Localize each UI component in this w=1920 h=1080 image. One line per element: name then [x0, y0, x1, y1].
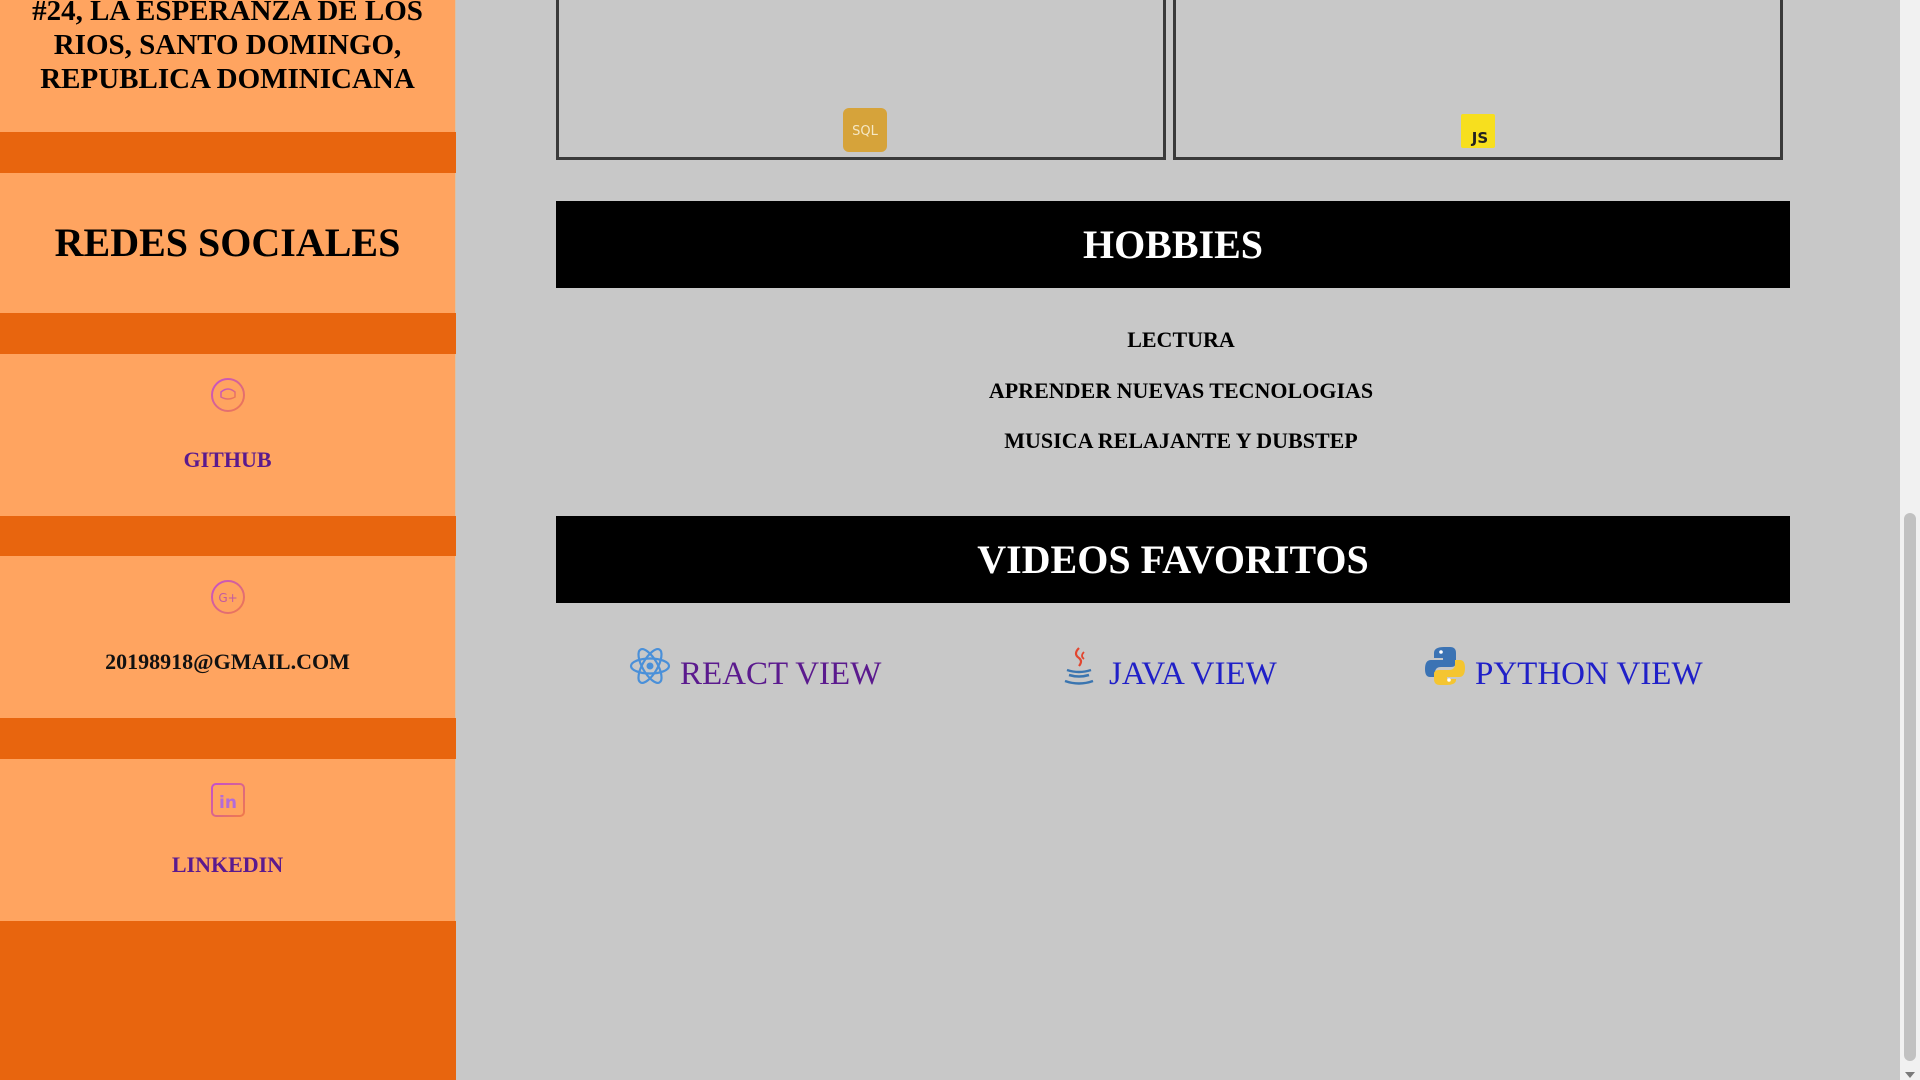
python-video-label[interactable]: PYTHON VIEW — [1475, 656, 1703, 693]
hobby-item: MUSICA RELAJANTE Y DUBSTEP — [1004, 428, 1358, 453]
python-video-link[interactable]: PYTHON VIEW — [1423, 647, 1703, 696]
hobby-item: LECTURA — [1127, 327, 1235, 352]
java-video-link[interactable]: JAVA VIEW — [1057, 647, 1277, 696]
scroll-down-arrow-icon[interactable] — [1905, 1072, 1915, 1078]
videos-header: VIDEOS FAVORITOS — [556, 516, 1790, 603]
github-card[interactable]: GITHUB — [0, 354, 456, 516]
linkedin-icon[interactable]: in — [210, 782, 246, 818]
react-video-link[interactable]: REACT VIEW — [628, 648, 881, 696]
javascript-icon: JS — [1461, 114, 1495, 148]
hobbies-title: HOBBIES — [1082, 222, 1264, 267]
scrollbar-thumb[interactable] — [1904, 513, 1916, 1061]
email-card[interactable]: G+ 20198918@GMAIL.COM — [0, 556, 456, 718]
svg-text:SQL: SQL — [852, 124, 878, 139]
social-title-card: REDES SOCIALES — [0, 173, 456, 313]
github-icon[interactable] — [210, 377, 246, 413]
hobby-item: APRENDER NUEVAS TECNOLOGIAS — [988, 378, 1374, 403]
sql-icon: SQL — [843, 108, 887, 152]
java-icon[interactable] — [1057, 644, 1101, 688]
linkedin-link[interactable]: LINKEDIN — [0, 852, 455, 878]
google-plus-icon[interactable]: G+ — [210, 579, 246, 615]
svg-text:JS: JS — [1471, 129, 1488, 147]
react-icon[interactable] — [628, 644, 672, 688]
main-content: SQL JS HOBBIES LECTURA APRENDER NUEVAS T… — [456, 0, 1900, 1080]
page-scrollbar[interactable] — [1900, 0, 1920, 1080]
address-text: #24, LA ESPERANZA DE LOS RIOS, SANTO DOM… — [32, 0, 423, 95]
github-link[interactable]: GITHUB — [0, 447, 455, 473]
skill-card-sql: SQL — [556, 0, 1166, 160]
videos-title: VIDEOS FAVORITOS — [977, 537, 1369, 582]
python-icon[interactable] — [1423, 644, 1467, 688]
svg-text:G+: G+ — [218, 591, 237, 605]
sidebar: #24, LA ESPERANZA DE LOS RIOS, SANTO DOM… — [0, 0, 456, 1080]
address-card: #24, LA ESPERANZA DE LOS RIOS, SANTO DOM… — [0, 0, 456, 132]
linkedin-card[interactable]: in LINKEDIN — [0, 759, 456, 921]
svg-text:in: in — [219, 793, 237, 813]
skill-card-js: JS — [1173, 0, 1783, 160]
email-link[interactable]: 20198918@GMAIL.COM — [0, 649, 455, 675]
react-video-label[interactable]: REACT VIEW — [680, 656, 881, 693]
hobbies-header: HOBBIES — [556, 201, 1790, 288]
social-title: REDES SOCIALES — [54, 220, 401, 265]
java-video-label[interactable]: JAVA VIEW — [1109, 656, 1277, 693]
